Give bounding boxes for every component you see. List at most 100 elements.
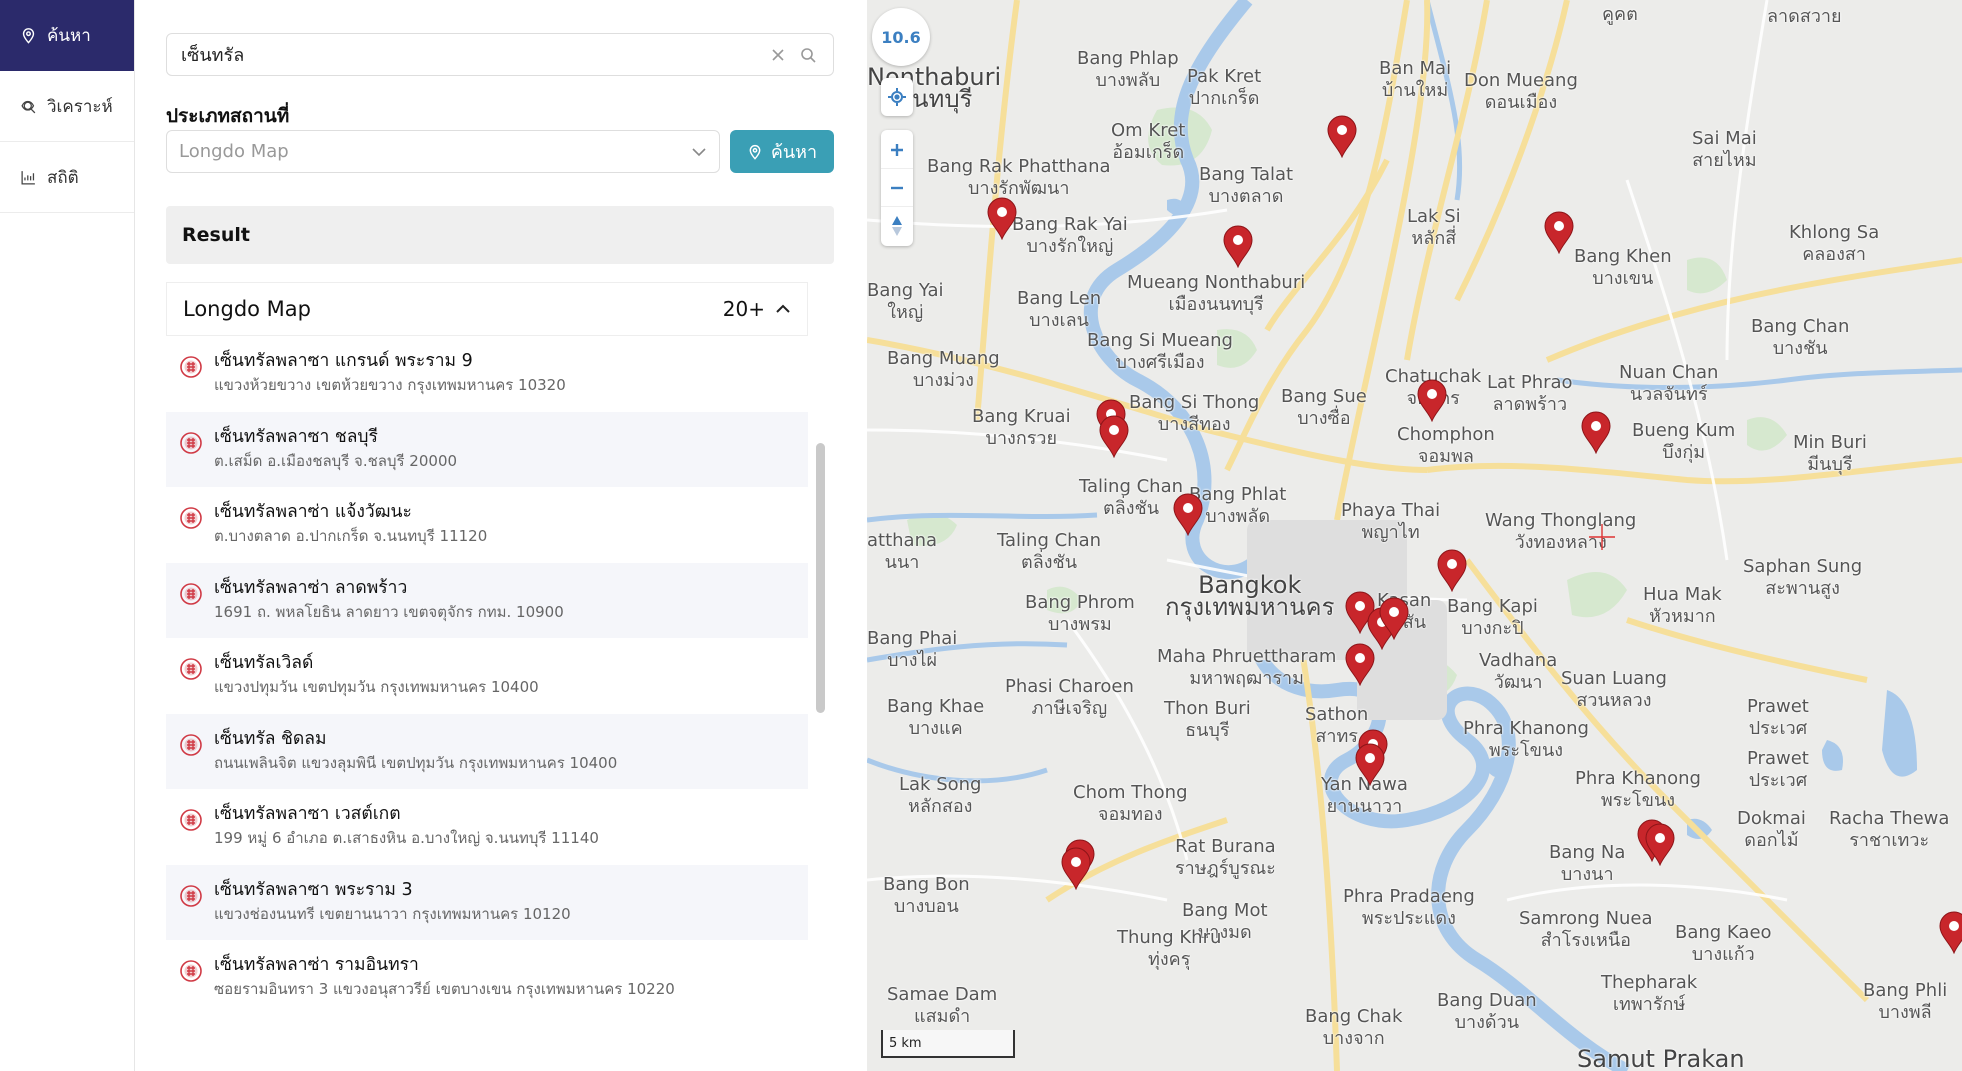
result-item-address: ซอยรามอินทรา 3 แขวงอนุสาวรีย์ เขตบางเขน … bbox=[214, 980, 675, 998]
map-place-label: Bang Yai ใหญ่ bbox=[867, 280, 944, 323]
result-item[interactable]: เซ็นทรัล ชิดลม ถนนเพลินจิต แขวงลุมพินี เข… bbox=[166, 713, 808, 789]
result-scrollbar[interactable] bbox=[816, 443, 825, 713]
map-place-label: Bang Si Mueang บางศรีเมือง bbox=[1087, 330, 1233, 373]
map-place-label: Chom Thong จอมทอง bbox=[1073, 782, 1188, 825]
clear-icon[interactable] bbox=[767, 44, 789, 66]
result-item-text: เซ็นทรัลพลาซา แกรนด์ พระราม 9 แขวงห้วยขวา… bbox=[214, 350, 566, 396]
map-marker-icon[interactable] bbox=[985, 196, 1019, 240]
map-marker-icon[interactable] bbox=[1415, 378, 1449, 422]
map-place-label: Saphan Sung สะพานสูง bbox=[1743, 556, 1863, 599]
place-type-value: Longdo Map bbox=[179, 141, 289, 162]
result-item-address: แขวงห้วยขวาง เขตห้วยขวาง กรุงเทพมหานคร 1… bbox=[214, 376, 566, 394]
map-marker-icon[interactable] bbox=[1377, 596, 1411, 640]
map-marker-icon[interactable] bbox=[1353, 742, 1387, 786]
result-item[interactable]: เซ็นทรัลเวิลด์ แขวงปทุมวัน เขตปทุมวัน กรุ… bbox=[166, 638, 808, 714]
result-item[interactable]: เซ็นทรัลพลาซา เวสต์เกต 199 หมู่ 6 อำเภอ ต… bbox=[166, 789, 808, 865]
map-place-label: Bang Talat บางตลาด bbox=[1199, 164, 1294, 207]
map-marker-icon[interactable] bbox=[1343, 642, 1377, 686]
result-item[interactable]: เซ็นทรัลพลาซา พระราม 3 แขวงช่องนนทรี เขตย… bbox=[166, 864, 808, 940]
result-group-title: Longdo Map bbox=[183, 297, 311, 321]
map-marker-icon[interactable] bbox=[1097, 414, 1131, 458]
search-box bbox=[166, 33, 834, 76]
map-place-label: Bang Sue บางซื่อ bbox=[1281, 386, 1367, 429]
result-item-address: 1691 ถ. พหลโยธิน ลาดยาว เขตจตุจักร กทม. … bbox=[214, 602, 564, 621]
map-place-label: Bang Muang บางม่วง bbox=[887, 348, 1000, 391]
map-view[interactable]: Bang Phlap บางพลับ Pak Kret ปากเกร็ด Ban M… bbox=[867, 0, 1962, 1071]
map-place-label: Taling Chan ตลิ่งชัน bbox=[997, 530, 1102, 573]
result-list-container[interactable]: Longdo Map 20+ เซ็นทรัลพลาซา แกรนด์ พระร… bbox=[166, 272, 834, 1040]
zoom-level-control[interactable]: 10.6 bbox=[872, 8, 930, 66]
result-item-text: เซ็นทรัลพลาซา เวสต์เกต 199 หมู่ 6 อำเภอ ต… bbox=[214, 803, 599, 849]
zoom-in-button[interactable] bbox=[881, 131, 913, 169]
result-item-address: ต.เสม็ด อ.เมืองชลบุรี จ.ชลบุรี 20000 bbox=[214, 451, 458, 470]
poi-icon bbox=[180, 733, 202, 756]
result-item-name: เซ็นทรัลเวิลด์ bbox=[214, 653, 314, 673]
locate-icon bbox=[888, 88, 906, 106]
result-header: Result bbox=[166, 206, 834, 264]
place-type-select[interactable]: Longdo Map bbox=[166, 130, 720, 173]
map-marker-icon[interactable] bbox=[1325, 114, 1359, 158]
map-place-label: Lak Si หลักสี่ bbox=[1407, 206, 1461, 249]
result-item[interactable]: เซ็นทรัลพลาซ่า แจ้งวัฒนะ ต.บางตลาด อ.ปากเ… bbox=[166, 487, 808, 563]
map-place-label: Min Buri มีนบุรี bbox=[1793, 432, 1867, 475]
plus-icon bbox=[891, 143, 903, 156]
map-marker-icon[interactable] bbox=[1542, 210, 1576, 254]
map-place-label: Lat Phrao ลาดพร้าว bbox=[1487, 372, 1573, 415]
chevron-up-icon[interactable] bbox=[775, 304, 791, 314]
poi-icon bbox=[180, 960, 202, 982]
result-item-name: เซ็นทรัลพลาซา แกรนด์ พระราม 9 bbox=[214, 351, 473, 371]
map-place-label: Phra Khanong พระโขนง bbox=[1463, 718, 1589, 761]
map-place-label: Bang Rak Yai บางรักใหญ่ bbox=[1012, 214, 1128, 257]
search-icon[interactable] bbox=[797, 44, 819, 66]
map-place-label: Dokmai ดอกไม้ bbox=[1737, 808, 1806, 851]
map-place-label: Sai Mai สายไหม bbox=[1692, 128, 1757, 171]
search-input[interactable] bbox=[181, 44, 759, 65]
nav-item-label: ค้นหา bbox=[47, 26, 91, 46]
map-place-label: Bang Chan บางชัน bbox=[1751, 316, 1850, 359]
map-place-label: Bang Khen บางเขน bbox=[1574, 246, 1672, 289]
nav-item-search[interactable]: ค้นหา bbox=[0, 0, 134, 71]
map-marker-icon[interactable] bbox=[1937, 910, 1962, 954]
map-marker-icon[interactable] bbox=[1579, 410, 1613, 454]
poi-icon bbox=[180, 582, 202, 605]
minus-icon bbox=[891, 186, 903, 189]
zoom-out-button[interactable] bbox=[881, 169, 913, 207]
result-item[interactable]: เซ็นทรัลพลาซ่า ลาดพร้าว 1691 ถ. พหลโยธิน … bbox=[166, 562, 808, 638]
map-marker-icon[interactable] bbox=[1059, 846, 1093, 890]
result-item-name: เซ็นทรัลพลาซา ชลบุรี bbox=[214, 426, 378, 447]
map-place-label: Phra Khanong พระโขนง bbox=[1575, 768, 1701, 811]
map-pin-icon bbox=[749, 144, 761, 160]
result-item-text: เซ็นทรัลพลาซา ชลบุรีต.เสม็ด อ.เมืองชลบุร… bbox=[214, 426, 457, 472]
map-place-label: Bang Len บางเลน bbox=[1017, 288, 1102, 331]
result-group-header[interactable]: Longdo Map 20+ bbox=[166, 282, 808, 336]
nav-item-statistics[interactable]: สถิติ bbox=[0, 142, 134, 213]
map-marker-icon[interactable] bbox=[1435, 548, 1469, 592]
result-item-name: เซ็นทรัลพลาซา เวสต์เกต bbox=[214, 804, 401, 824]
map-place-label: Maha Phruettharam มหาพฤฒาราม bbox=[1157, 646, 1337, 689]
map-place-label: Bang Na บางนา bbox=[1549, 842, 1626, 885]
side-nav: ค้นหา วิเคราะห์ สถิติ bbox=[0, 0, 135, 1071]
map-place-label: Bang Phli บางพลี bbox=[1863, 980, 1948, 1023]
map-place-label: Bang Si Thong บางสีทอง bbox=[1129, 392, 1260, 435]
compass-button[interactable] bbox=[881, 207, 913, 245]
map-place-label: Pak Kret ปากเกร็ด bbox=[1187, 66, 1262, 109]
map-marker-icon[interactable] bbox=[1171, 492, 1205, 536]
result-item[interactable]: เซ็นทรัลพลาซา แกรนด์ พระราม 9 แขวงห้วยขวา… bbox=[166, 336, 808, 412]
result-item[interactable]: เซ็นทรัลพลาซ่า รามอินทรา ซอยรามอินทรา 3 แ… bbox=[166, 940, 808, 1016]
map-marker-icon[interactable] bbox=[1643, 822, 1677, 866]
map-place-label: Bangkok กรุงเทพมหานคร bbox=[1165, 571, 1335, 621]
map-scale-label: 5 km bbox=[889, 1036, 922, 1051]
result-item[interactable]: เซ็นทรัลพลาซา ชลบุรีต.เสม็ด อ.เมืองชลบุร… bbox=[166, 411, 808, 487]
result-group-count: 20+ bbox=[722, 297, 765, 321]
map-place-label: Thepharak เทพารักษ์ bbox=[1601, 972, 1698, 1015]
map-place-label: Samae Dam แสมดำ bbox=[887, 984, 998, 1027]
map-marker-icon[interactable] bbox=[1221, 224, 1255, 268]
nav-item-analyze[interactable]: วิเคราะห์ bbox=[0, 71, 134, 142]
result-item-text: เซ็นทรัลเวิลด์ แขวงปทุมวัน เขตปทุมวัน กรุ… bbox=[214, 652, 539, 698]
map-place-label: Bueng Kum บึงกุ่ม bbox=[1632, 420, 1736, 463]
result-item-address: แขวงช่องนนทรี เขตยานนาวา กรุงเทพมหานคร 1… bbox=[214, 904, 571, 923]
map-place-label: Bang Khae บางแค bbox=[887, 696, 985, 739]
search-button[interactable]: ค้นหา bbox=[730, 130, 834, 173]
locate-button[interactable] bbox=[881, 78, 913, 116]
map-place-label: Prawet ประเวศ bbox=[1747, 748, 1809, 791]
